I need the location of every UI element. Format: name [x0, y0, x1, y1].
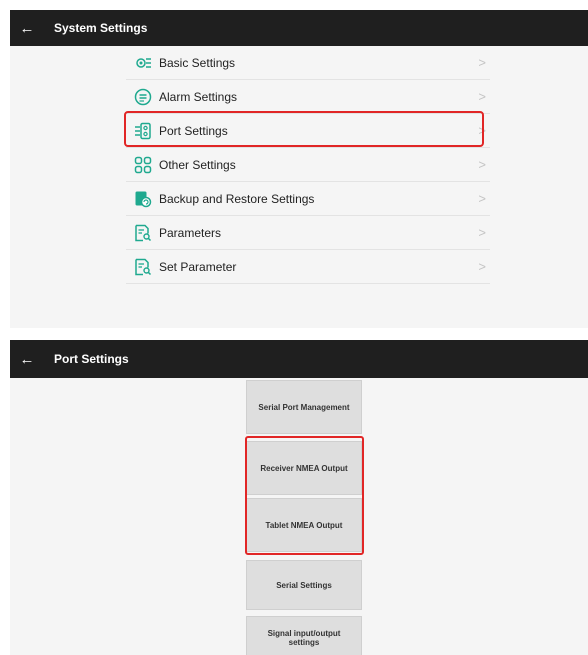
menu-item-label: Backup and Restore Settings	[159, 191, 315, 206]
port-settings-screen: ← Port Settings Serial Port Management R…	[10, 340, 588, 655]
chevron-right-icon: >	[478, 123, 486, 138]
menu-item-label: Other Settings	[159, 157, 236, 172]
top-app-bar: ← System Settings	[10, 10, 588, 46]
chevron-right-icon: >	[478, 89, 486, 104]
menu-item-parameters[interactable]: Parameters >	[126, 216, 490, 250]
settings-menu: Basic Settings > Alarm Settings > Port S…	[126, 46, 490, 284]
chevron-right-icon: >	[478, 225, 486, 240]
gear-sliders-icon	[134, 54, 152, 72]
serial-port-management-button[interactable]: Serial Port Management	[246, 380, 362, 434]
menu-item-basic-settings[interactable]: Basic Settings >	[126, 46, 490, 80]
port-icon	[134, 122, 152, 140]
tablet-nmea-output-button[interactable]: Tablet NMEA Output	[246, 498, 362, 552]
chevron-right-icon: >	[478, 55, 486, 70]
menu-item-label: Alarm Settings	[159, 89, 238, 104]
back-arrow-icon[interactable]: ←	[10, 351, 44, 368]
alarm-list-icon	[134, 88, 152, 106]
document-search-icon	[134, 258, 152, 276]
menu-item-port-settings[interactable]: Port Settings >	[126, 114, 490, 148]
menu-item-alarm-settings[interactable]: Alarm Settings >	[126, 80, 490, 114]
backup-restore-icon	[134, 190, 152, 208]
menu-item-set-parameter[interactable]: Set Parameter >	[126, 250, 490, 284]
serial-settings-button[interactable]: Serial Settings	[246, 560, 362, 610]
menu-item-label: Set Parameter	[159, 259, 237, 274]
receiver-nmea-output-button[interactable]: Receiver NMEA Output	[246, 441, 362, 495]
top-app-bar: ← Port Settings	[10, 340, 588, 378]
menu-item-label: Parameters	[159, 225, 222, 240]
chevron-right-icon: >	[478, 259, 486, 274]
system-settings-screen: ← System Settings Basic Settings > Alarm…	[10, 10, 588, 328]
back-arrow-icon[interactable]: ←	[10, 20, 44, 37]
document-search-icon	[134, 224, 152, 242]
page-title: Port Settings	[54, 352, 129, 366]
chevron-right-icon: >	[478, 157, 486, 172]
menu-item-label: Basic Settings	[159, 55, 236, 70]
signal-io-settings-button[interactable]: Signal input/output settings	[246, 616, 362, 655]
menu-item-label: Port Settings	[159, 123, 228, 138]
chevron-right-icon: >	[478, 191, 486, 206]
page-title: System Settings	[54, 21, 148, 35]
menu-item-other-settings[interactable]: Other Settings >	[126, 148, 490, 182]
menu-item-backup-restore-settings[interactable]: Backup and Restore Settings >	[126, 182, 490, 216]
grid-icon	[134, 156, 152, 174]
